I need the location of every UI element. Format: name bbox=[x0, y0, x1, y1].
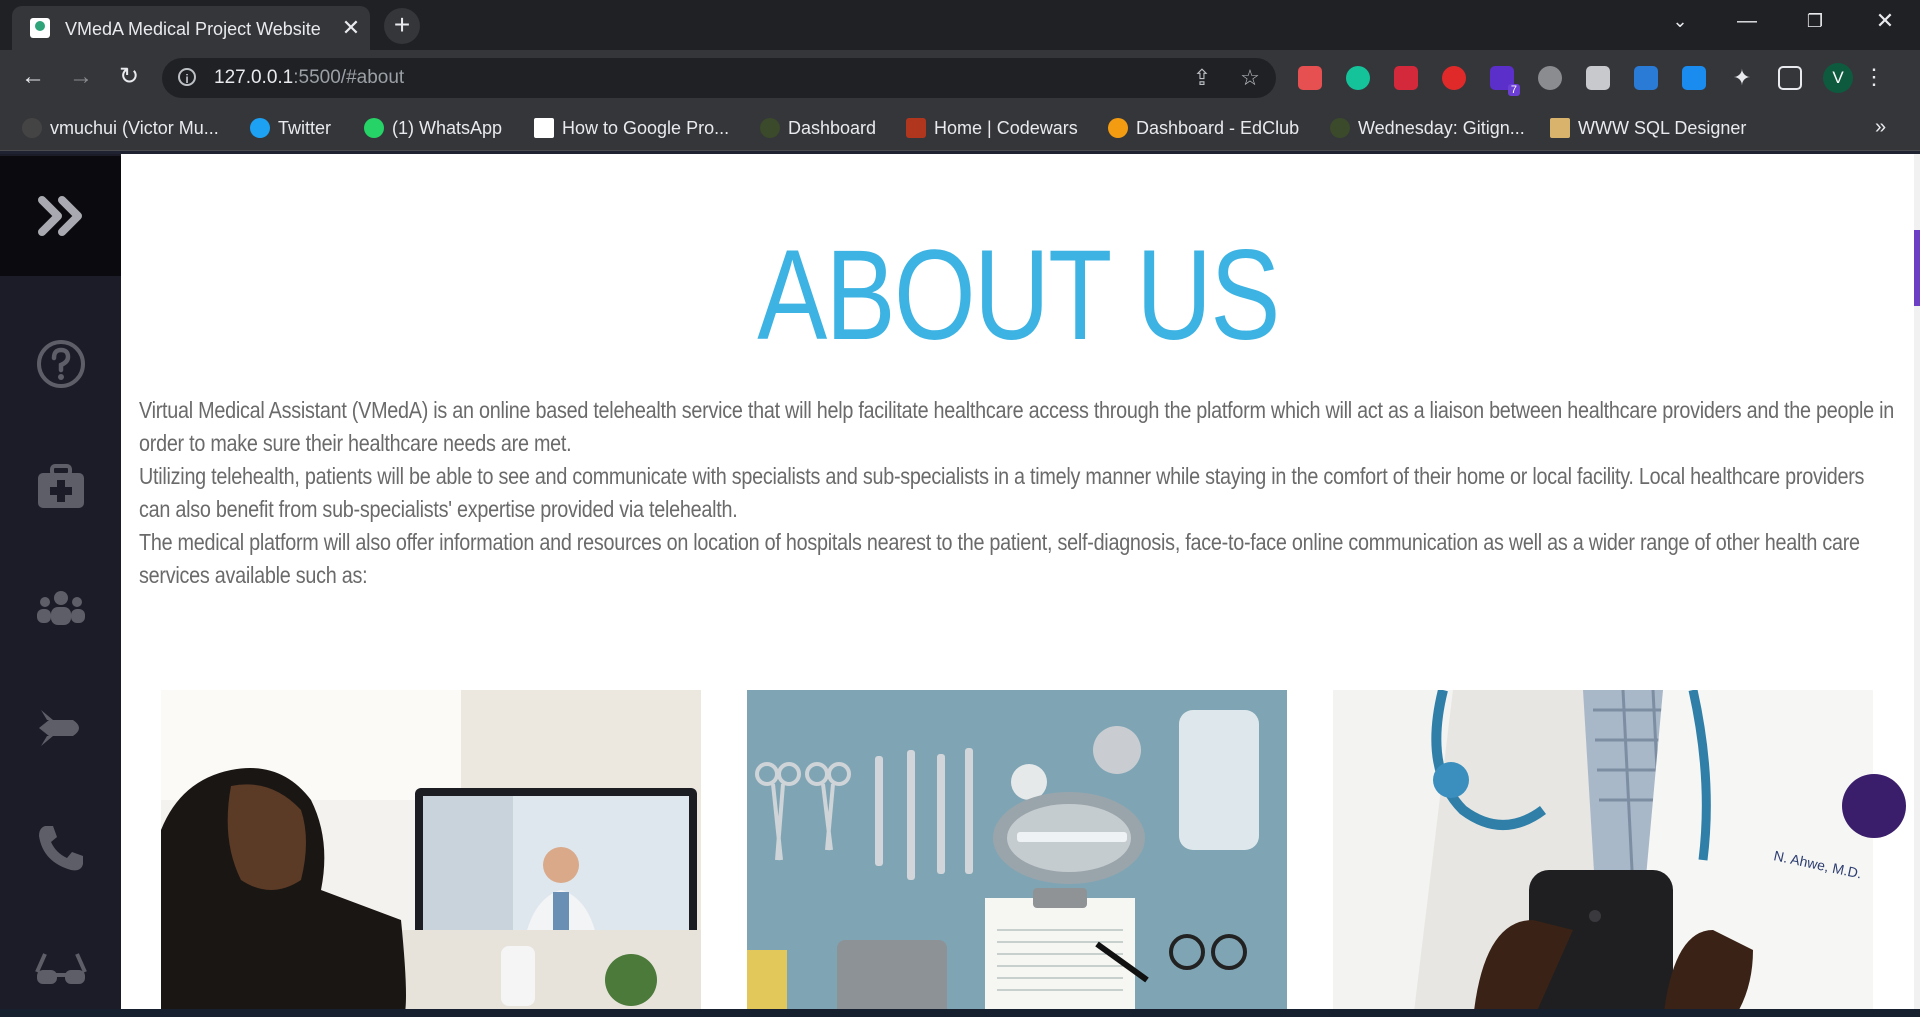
tab-strip: VMedA Medical Project Website ✕ + ⌄ — ❐ … bbox=[0, 0, 1920, 50]
whatsapp-icon bbox=[364, 118, 384, 138]
adblock-icon[interactable] bbox=[1442, 66, 1466, 90]
close-tab-icon[interactable]: ✕ bbox=[337, 14, 365, 42]
grammarly-icon[interactable] bbox=[1346, 66, 1370, 90]
github-icon bbox=[22, 118, 42, 138]
bookmark-label: Dashboard - EdClub bbox=[1136, 118, 1300, 138]
bookmark-label: How to Google Pro... bbox=[562, 118, 730, 138]
more-bookmarks-icon[interactable]: » bbox=[1875, 116, 1886, 139]
about-paragraph: Utilizing telehealth, patients will be a… bbox=[139, 463, 1865, 522]
bookmark-label: WWW SQL Designer bbox=[1578, 118, 1747, 138]
extension-badge: 7 bbox=[1507, 84, 1520, 96]
bookmark-item[interactable]: Dashboard - EdClub bbox=[1108, 116, 1299, 140]
profile-avatar[interactable]: V bbox=[1823, 63, 1853, 93]
bookmark-item[interactable]: Home | Codewars bbox=[906, 116, 1078, 140]
bookmark-label: Dashboard bbox=[788, 118, 877, 138]
site-info-icon[interactable]: i bbox=[178, 68, 196, 86]
edclub-icon bbox=[1108, 118, 1128, 138]
about-paragraph: The medical platform will also offer inf… bbox=[139, 529, 1860, 588]
codewars-icon bbox=[906, 118, 926, 138]
about-description: Virtual Medical Assistant (VMedA) is an … bbox=[139, 394, 1899, 592]
about-section: ABOUT US Virtual Medical Assistant (VMed… bbox=[121, 154, 1915, 1009]
expand-icon bbox=[38, 196, 82, 236]
vscode-extension-icon[interactable] bbox=[1634, 66, 1658, 90]
address-bar[interactable]: i 127.0.0.1:5500/#about ⇪ ☆ bbox=[162, 58, 1276, 98]
doctor-phone-image: N. Ahwe, M.D. bbox=[1333, 690, 1873, 1009]
window-extension-icon[interactable] bbox=[1682, 66, 1706, 90]
share-icon[interactable]: ⇪ bbox=[1187, 64, 1217, 92]
bookmark-item[interactable]: Wednesday: Gitign... bbox=[1330, 116, 1525, 140]
site-favicon-icon bbox=[30, 18, 50, 38]
bookmarks-bar: vmuchui (Victor Mu... Twitter (1) WhatsA… bbox=[0, 106, 1920, 151]
glasses-icon[interactable] bbox=[35, 944, 87, 996]
bookmark-label: Twitter bbox=[278, 118, 332, 138]
page-title: ABOUT US bbox=[757, 224, 1280, 367]
help-icon[interactable] bbox=[35, 338, 87, 390]
bookmark-label: Home | Codewars bbox=[934, 118, 1078, 138]
cloud-extension-icon[interactable] bbox=[1538, 66, 1562, 90]
back-icon[interactable]: ← bbox=[16, 60, 50, 94]
url-text[interactable]: 127.0.0.1:5500/#about bbox=[214, 67, 404, 89]
medical-instruments-image bbox=[747, 690, 1287, 1009]
sql-designer-icon bbox=[1550, 118, 1570, 138]
sidebar-nav bbox=[0, 154, 121, 1009]
bookmark-label: Wednesday: Gitign... bbox=[1358, 118, 1525, 138]
bookmark-item[interactable]: How to Google Pro... bbox=[534, 116, 729, 140]
palm-icon bbox=[760, 118, 780, 138]
video-extension-icon[interactable] bbox=[1298, 66, 1322, 90]
bookmark-star-icon[interactable]: ☆ bbox=[1235, 64, 1265, 92]
media-extension-icon[interactable] bbox=[1394, 66, 1418, 90]
reload-icon[interactable]: ↻ bbox=[112, 60, 146, 94]
community-icon[interactable] bbox=[35, 582, 87, 634]
new-tab-button[interactable]: + bbox=[384, 8, 420, 44]
browser-menu-icon[interactable]: ⋮ bbox=[1862, 62, 1886, 92]
page-viewport: ABOUT US Virtual Medical Assistant (VMed… bbox=[0, 154, 1915, 1009]
url-host: 127.0.0.1 bbox=[214, 67, 294, 88]
bookmark-item[interactable]: (1) WhatsApp bbox=[364, 116, 502, 140]
ghost-extension-icon[interactable] bbox=[1586, 66, 1610, 90]
browser-tab[interactable]: VMedA Medical Project Website ✕ bbox=[12, 6, 370, 50]
tab-title: VMedA Medical Project Website bbox=[65, 19, 321, 39]
side-panel-icon[interactable] bbox=[1778, 66, 1802, 90]
url-path: :5500/#about bbox=[293, 67, 405, 88]
twitter-icon bbox=[250, 118, 270, 138]
bookmark-item[interactable]: vmuchui (Victor Mu... bbox=[22, 116, 219, 140]
bookmark-label: vmuchui (Victor Mu... bbox=[50, 118, 219, 138]
window-close-icon[interactable]: ✕ bbox=[1860, 6, 1910, 36]
bookmark-item[interactable]: WWW SQL Designer bbox=[1550, 116, 1746, 140]
os-taskbar-edge bbox=[0, 1009, 1920, 1017]
bookmark-item[interactable]: Twitter bbox=[250, 116, 331, 140]
phone-icon[interactable] bbox=[35, 822, 87, 874]
browser-toolbar: ← → ↻ i 127.0.0.1:5500/#about ⇪ ☆ 7 ✦ V … bbox=[0, 50, 1920, 106]
sidebar-toggle-button[interactable] bbox=[0, 156, 121, 276]
restore-icon[interactable]: ❐ bbox=[1790, 6, 1840, 36]
about-paragraph: Virtual Medical Assistant (VMedA) is an … bbox=[139, 397, 1894, 456]
palm-icon bbox=[1330, 118, 1350, 138]
chat-widget-button[interactable] bbox=[1842, 774, 1906, 838]
forward-icon[interactable]: → bbox=[64, 60, 98, 94]
medium-icon bbox=[534, 118, 554, 138]
stack-extension-icon[interactable]: 7 bbox=[1490, 66, 1520, 96]
medical-kit-icon[interactable] bbox=[35, 460, 87, 512]
tab-search-icon[interactable]: ⌄ bbox=[1655, 6, 1705, 36]
bookmark-label: (1) WhatsApp bbox=[392, 118, 503, 138]
bookmark-item[interactable]: Dashboard bbox=[760, 116, 876, 140]
minimize-icon[interactable]: — bbox=[1722, 6, 1772, 36]
scrollbar-thumb[interactable] bbox=[1914, 230, 1920, 306]
rocket-icon[interactable] bbox=[35, 702, 87, 754]
telehealth-consultation-image bbox=[161, 690, 701, 1009]
extensions-puzzle-icon[interactable]: ✦ bbox=[1730, 66, 1754, 90]
